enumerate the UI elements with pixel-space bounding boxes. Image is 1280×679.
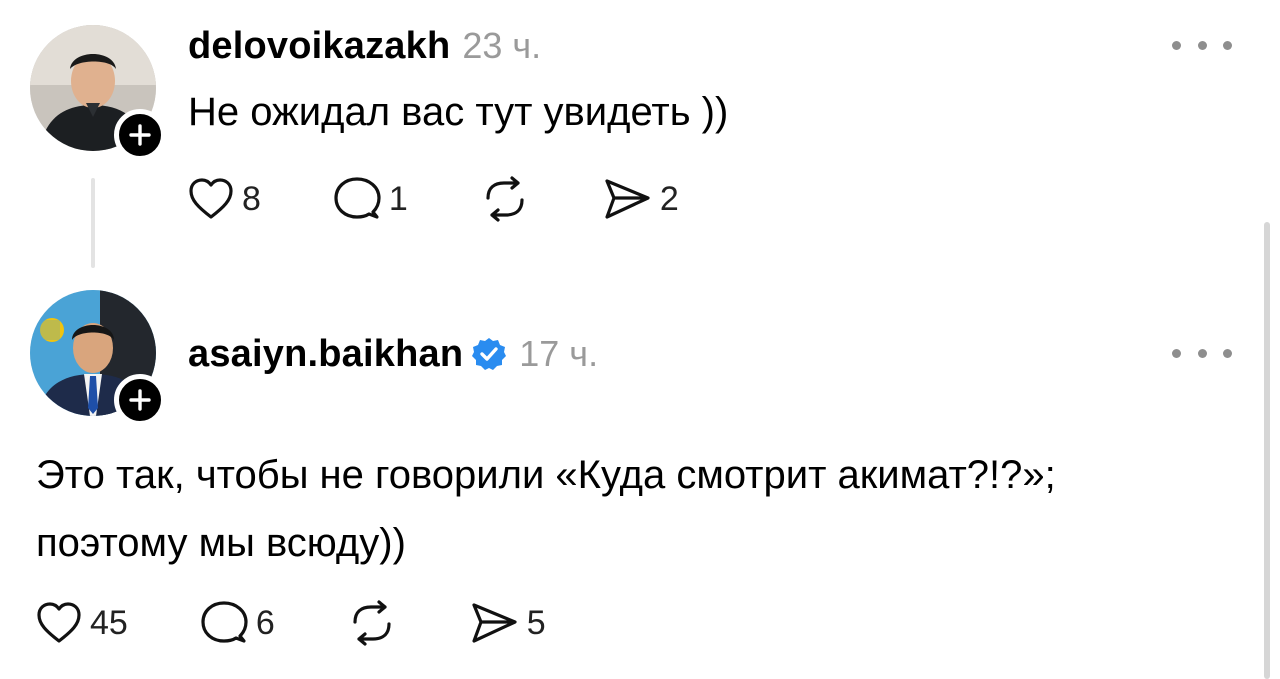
- reply-count: 6: [255, 603, 275, 642]
- follow-button[interactable]: [114, 109, 166, 161]
- more-icon-dot: [1223, 348, 1232, 358]
- post-text-line: поэтому мы всюду)): [36, 521, 406, 565]
- follow-button[interactable]: [114, 374, 166, 426]
- reply-button[interactable]: 6: [200, 600, 275, 646]
- heart-icon: [189, 178, 233, 219]
- more-options-button[interactable]: [1172, 30, 1232, 60]
- action-bar: 45 6 5: [36, 600, 546, 646]
- repost-button[interactable]: [347, 600, 397, 646]
- like-count: 8: [242, 179, 261, 218]
- repost-icon: [486, 176, 524, 222]
- more-icon-dot: [1172, 348, 1181, 358]
- reply-count: 1: [388, 179, 408, 218]
- more-options-button[interactable]: [1172, 338, 1232, 368]
- like-button[interactable]: 45: [36, 601, 128, 645]
- post-header: delovoikazakh 23 ч.: [188, 24, 541, 68]
- send-icon: [605, 179, 650, 219]
- more-icon-dot: [1197, 348, 1207, 358]
- reply-button[interactable]: 1: [333, 176, 408, 222]
- like-button[interactable]: 8: [188, 177, 261, 221]
- post-time: 17 ч.: [519, 333, 599, 374]
- scrollbar[interactable]: [1264, 222, 1270, 679]
- post-time: 23 ч.: [462, 25, 542, 66]
- share-count: 2: [659, 179, 679, 218]
- post-header: asaiyn.baikhan 17 ч.: [188, 332, 598, 376]
- post-text: Не ожидал вас тут увидеть )): [188, 90, 729, 134]
- avatar-wrap: [30, 290, 166, 426]
- more-icon-dot: [1172, 40, 1181, 50]
- like-count: 45: [90, 603, 128, 642]
- avatar-wrap: [30, 25, 166, 161]
- post-text: Это так, чтобы не говорили «Куда смотрит…: [36, 441, 1056, 577]
- post-asaiyn-baikhan: asaiyn.baikhan 17 ч. Это так, чтобы не г…: [0, 270, 1280, 679]
- username[interactable]: delovoikazakh: [188, 25, 450, 68]
- more-icon-dot: [1197, 40, 1207, 50]
- post-delovoikazakh: delovoikazakh 23 ч. Не ожидал вас тут ув…: [0, 0, 1280, 270]
- post-text-line: Это так, чтобы не говорили «Куда смотрит…: [36, 453, 1056, 497]
- thread-line: [91, 178, 95, 268]
- plus-icon: [129, 124, 151, 146]
- share-button[interactable]: 2: [602, 176, 679, 222]
- comment-icon: [201, 601, 248, 643]
- send-icon: [472, 603, 517, 643]
- repost-icon: [353, 600, 391, 646]
- repost-button[interactable]: [480, 176, 530, 222]
- share-button[interactable]: 5: [469, 600, 546, 646]
- heart-icon: [37, 602, 81, 643]
- verified-badge-icon: [471, 336, 507, 372]
- comment-icon: [334, 177, 381, 219]
- plus-icon: [129, 389, 151, 411]
- more-icon-dot: [1223, 40, 1232, 50]
- username[interactable]: asaiyn.baikhan: [188, 333, 463, 376]
- share-count: 5: [526, 603, 546, 642]
- action-bar: 8 1 2: [188, 176, 679, 222]
